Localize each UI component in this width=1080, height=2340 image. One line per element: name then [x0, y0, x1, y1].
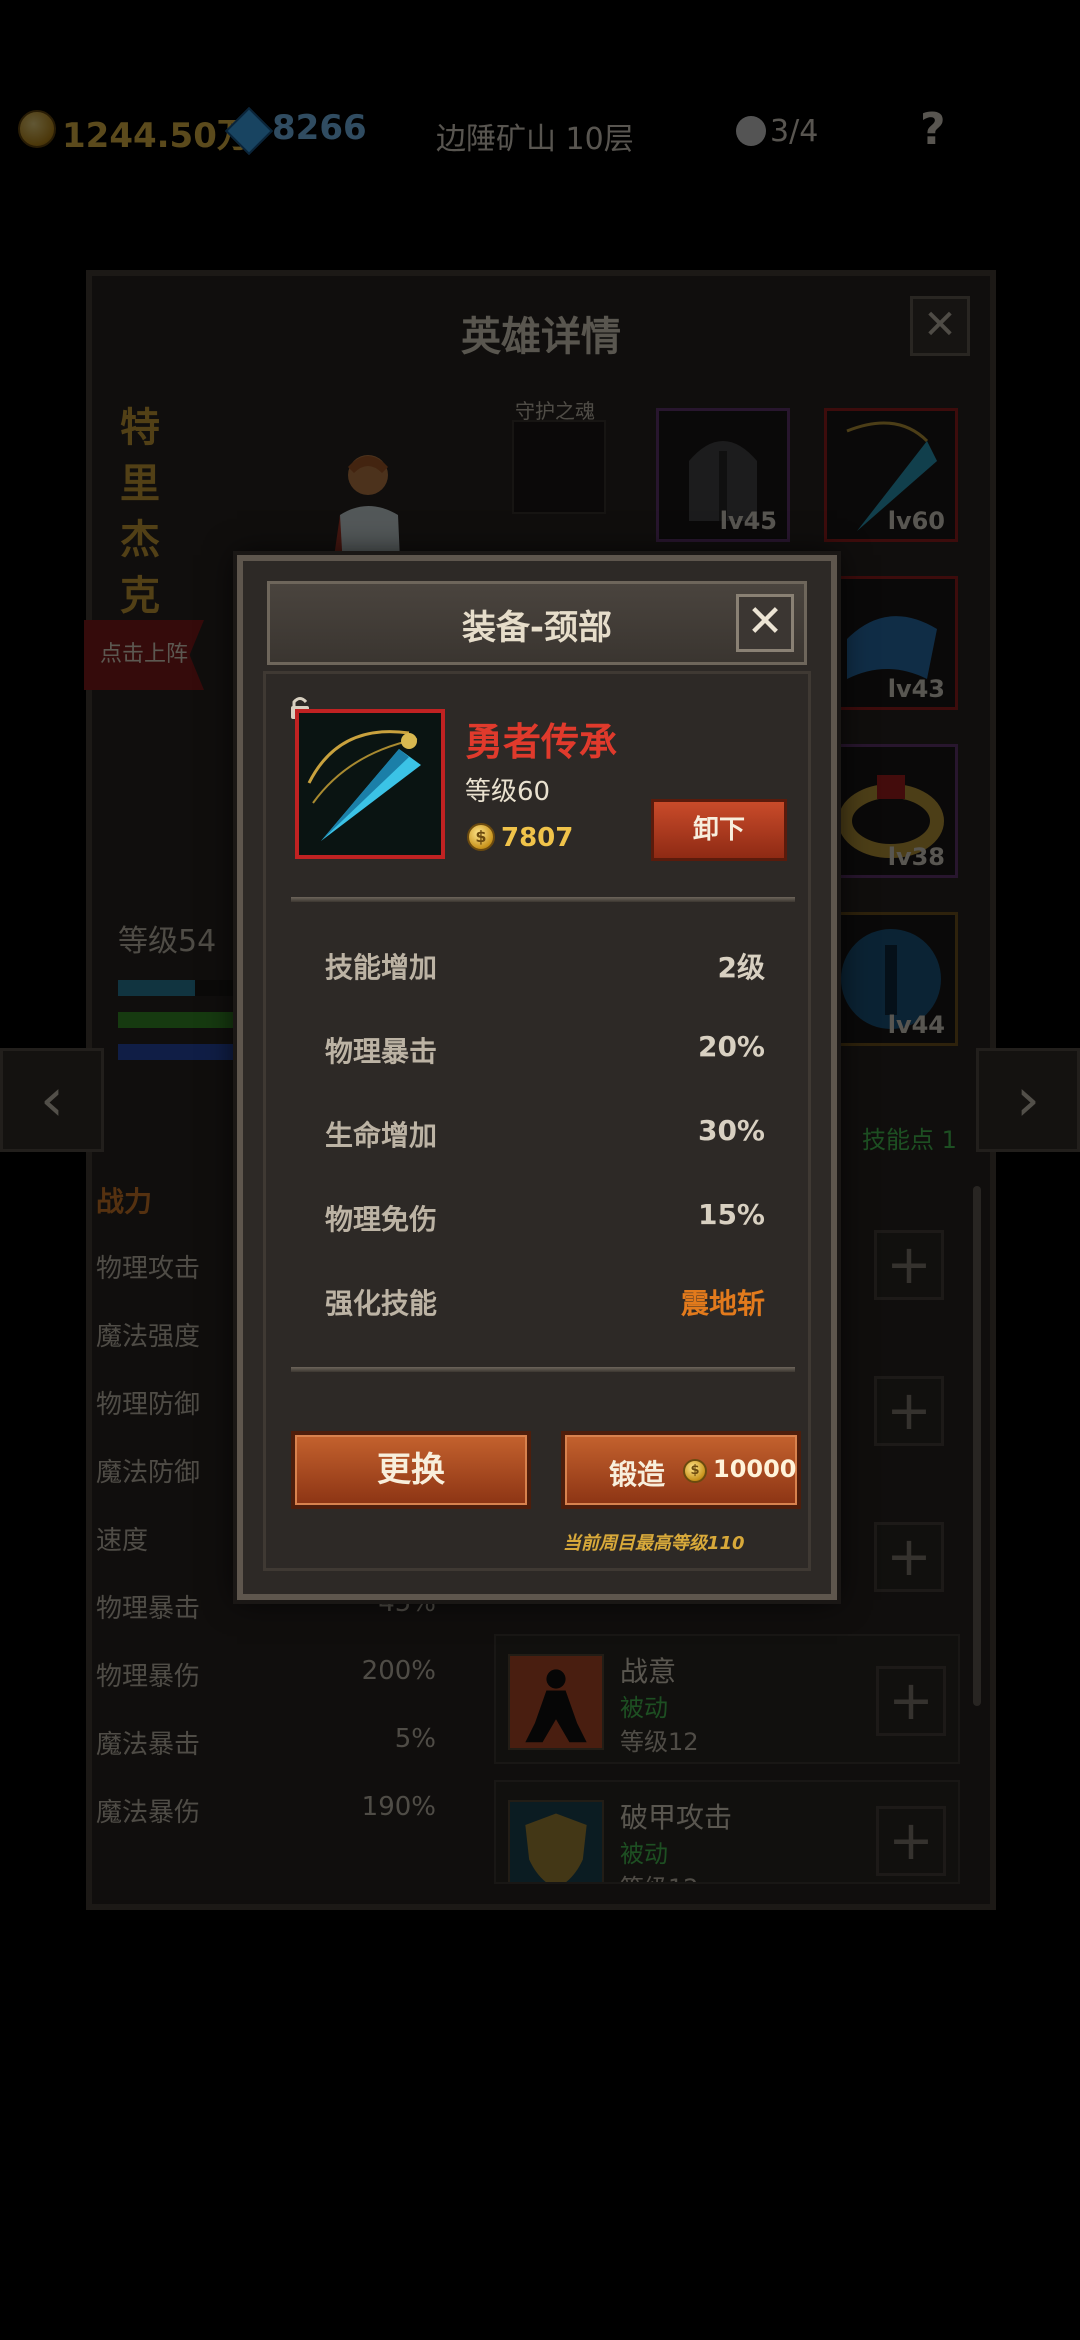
- skill-list-scrollbar[interactable]: [973, 1186, 981, 1706]
- attribute-row: 物理免伤 15%: [325, 1198, 765, 1248]
- gold-coin-icon: [18, 110, 56, 148]
- stat-label: 魔法暴击: [96, 1730, 201, 1760]
- equip-level: lv43: [887, 675, 945, 703]
- item-level: 等级60: [465, 777, 551, 807]
- attribute-value: 15%: [697, 1198, 765, 1231]
- equip-level: lv45: [719, 507, 777, 535]
- modal-title: 装备-颈部: [461, 608, 613, 648]
- attribute-value: 20%: [697, 1030, 765, 1063]
- skill-upgrade-button[interactable]: +: [876, 1806, 946, 1876]
- attribute-label: 生命增加: [325, 1119, 438, 1152]
- guard-soul-slot[interactable]: [512, 420, 606, 514]
- skill-card[interactable]: 战意 被动 等级12 +: [494, 1634, 960, 1764]
- item-icon-frame: [295, 709, 445, 859]
- skill-name: 战意: [620, 1655, 677, 1688]
- skill-points: 技能点 1: [862, 1126, 957, 1154]
- panel-title: 英雄详情: [461, 314, 621, 360]
- skill-type: 被动: [620, 1840, 668, 1868]
- equip-slot-ring[interactable]: lv38: [824, 744, 958, 878]
- shield-break-icon: [508, 1800, 604, 1882]
- skill-level: 等级12: [620, 1868, 699, 1882]
- divider: [291, 897, 795, 902]
- skill-level: 等级12: [620, 1728, 699, 1756]
- stat-row: 魔法暴伤 190%: [96, 1792, 466, 1860]
- divider: [291, 1367, 795, 1372]
- stat-value: 200%: [361, 1656, 436, 1686]
- attribute-row: 强化技能 震地斩: [325, 1282, 765, 1332]
- item-name: 勇者传承: [465, 720, 618, 764]
- panel-close-button[interactable]: ✕: [910, 296, 970, 356]
- attribute-value: 30%: [697, 1114, 765, 1147]
- unequip-button[interactable]: 卸下: [651, 799, 787, 861]
- attribute-label: 物理暴击: [325, 1035, 438, 1068]
- skull-icon: [736, 116, 766, 146]
- help-button[interactable]: ?: [920, 104, 946, 155]
- skill-upgrade-button[interactable]: +: [874, 1522, 944, 1592]
- gold-coin-icon: $: [467, 823, 495, 851]
- equip-slot-helmet[interactable]: lv45: [656, 408, 790, 542]
- modal-close-button[interactable]: ✕: [736, 594, 794, 652]
- stat-value: 5%: [394, 1724, 436, 1754]
- skill-upgrade-button[interactable]: +: [874, 1230, 944, 1300]
- equip-level: lv44: [887, 1011, 945, 1039]
- attribute-label: 技能增加: [325, 951, 438, 984]
- attribute-row: 生命增加 30%: [325, 1114, 765, 1164]
- attribute-value: 震地斩: [680, 1287, 765, 1320]
- stat-row: 魔法暴击 5%: [96, 1724, 466, 1792]
- stat-row: 物理暴伤 200%: [96, 1656, 466, 1724]
- stat-label: 物理暴击: [96, 1594, 201, 1624]
- next-hero-button[interactable]: ›: [976, 1048, 1080, 1152]
- item-price: 7807: [501, 823, 574, 853]
- skull-count: 3/4: [770, 114, 819, 149]
- skill-name: 破甲攻击: [620, 1801, 733, 1834]
- forge-button[interactable]: 锻造 $ 10000: [561, 1431, 801, 1509]
- pendant-icon: [307, 730, 421, 841]
- stat-label: 魔法强度: [96, 1322, 201, 1352]
- modal-header: 装备-颈部 ✕: [267, 581, 807, 665]
- location-label[interactable]: 边陲矿山 10层: [436, 114, 634, 158]
- deploy-tag[interactable]: 点击上阵: [84, 620, 204, 690]
- skill-type: 被动: [620, 1694, 668, 1722]
- attribute-label: 强化技能: [325, 1287, 438, 1320]
- equip-level: lv60: [887, 507, 945, 535]
- equip-slot-shoulder[interactable]: lv43: [824, 576, 958, 710]
- hero-level: 等级54: [118, 924, 217, 959]
- attribute-row: 物理暴击 20%: [325, 1030, 765, 1080]
- replace-button[interactable]: 更换: [291, 1431, 531, 1509]
- equip-slot-neck[interactable]: lv60: [824, 408, 958, 542]
- forge-label: 锻造: [609, 1458, 666, 1491]
- max-level-note: 当前周目最高等级110: [563, 1533, 745, 1554]
- gem-amount: 8266: [272, 108, 367, 148]
- equip-level: lv38: [887, 843, 945, 871]
- equip-slot-weapon[interactable]: lv44: [824, 912, 958, 1046]
- attribute-row: 技能增加 2级: [325, 946, 765, 996]
- fighter-stance-icon: [508, 1654, 604, 1750]
- top-bar: 1244.50万 8266 边陲矿山 10层 3/4 ?: [0, 100, 1080, 160]
- skill-upgrade-button[interactable]: +: [874, 1376, 944, 1446]
- prev-hero-button[interactable]: ‹: [0, 1048, 104, 1152]
- gold-amount: 1244.50万: [62, 116, 251, 156]
- attribute-value: 2级: [717, 951, 765, 984]
- equipment-modal: 装备-颈部 ✕ 勇者传承 等级60 $ 7807 卸下 技能增加 2级 物理暴击…: [237, 555, 837, 1600]
- stat-value: 190%: [361, 1792, 436, 1822]
- hero-name: 特里杰克: [120, 405, 160, 619]
- stat-label: 魔法防御: [96, 1458, 201, 1488]
- stat-label: 物理暴伤: [96, 1662, 201, 1692]
- skill-card[interactable]: 破甲攻击 被动 等级12 +: [494, 1780, 960, 1884]
- skill-upgrade-button[interactable]: +: [876, 1666, 946, 1736]
- stat-label: 魔法暴伤: [96, 1798, 201, 1828]
- forge-cost: 10000: [713, 1455, 797, 1483]
- attribute-label: 物理免伤: [325, 1203, 438, 1236]
- stat-label: 物理攻击: [96, 1254, 201, 1284]
- stat-label: 物理防御: [96, 1390, 201, 1420]
- stat-label: 速度: [96, 1526, 149, 1556]
- gold-coin-icon: $: [683, 1459, 707, 1483]
